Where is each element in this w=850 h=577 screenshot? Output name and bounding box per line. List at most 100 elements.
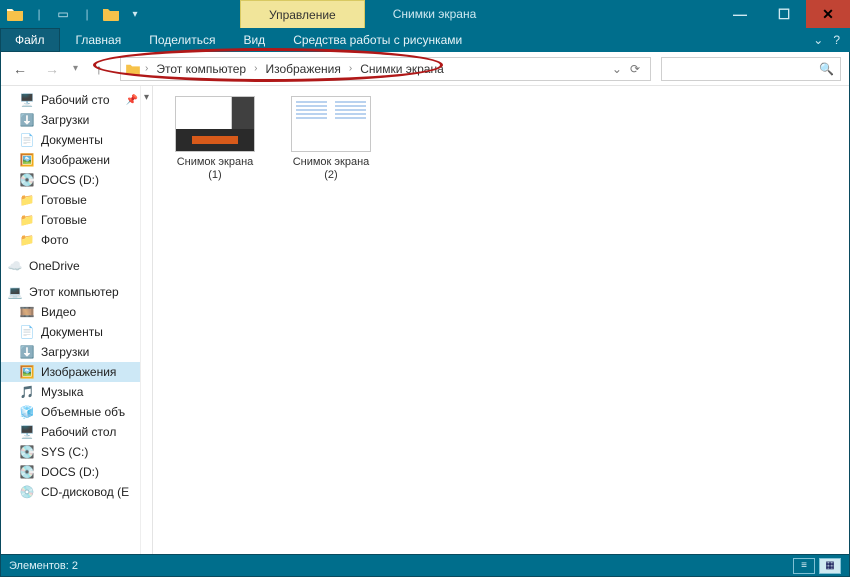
address-bar[interactable]: › Этот компьютер › Изображения › Снимки … <box>120 57 651 81</box>
this-pc-child[interactable]: 💽SYS (C:) <box>1 442 152 462</box>
status-bar: Элементов: 2 ≡ ▦ <box>1 554 849 576</box>
file-item[interactable]: Снимок экрана (1) <box>167 96 263 182</box>
sidebar-scroll[interactable]: ▾ <box>140 86 152 554</box>
quick-icon: 🖼️ <box>19 152 35 168</box>
tree-item-label: Объемные объ <box>41 405 125 419</box>
view-details-button[interactable]: ≡ <box>793 558 815 574</box>
window-title: Снимки экрана <box>365 0 505 28</box>
quick-icon: 📁 <box>19 212 35 228</box>
tree-item-label: Загрузки <box>41 345 89 359</box>
quick-access-item[interactable]: 📁 Готовые <box>1 210 152 230</box>
tree-item-label: Рабочий стол <box>41 425 116 439</box>
help-icon[interactable]: ? <box>833 33 840 47</box>
folder-icon: 🎵 <box>19 384 35 400</box>
onedrive-node[interactable]: ☁️ OneDrive <box>1 256 152 276</box>
this-pc-child[interactable]: 💿 CD-дисковод (E <box>1 482 152 502</box>
folder-icon: 🖼️ <box>19 364 35 380</box>
titlebar: | ▭ | ▾ Управление Снимки экрана — ☐ ✕ <box>0 0 850 28</box>
chevron-right-icon[interactable]: › <box>252 63 259 74</box>
pin-icon: 📌 <box>126 95 138 106</box>
qat-properties-icon[interactable]: ▭ <box>54 5 72 23</box>
file-item[interactable]: Снимок экрана (2) <box>283 96 379 182</box>
qat-caret-icon[interactable]: ▾ <box>126 5 144 23</box>
tree-item-label: Документы <box>41 133 103 147</box>
breadcrumb-seg-2[interactable]: Снимки экрана <box>356 62 448 76</box>
breadcrumb-seg-0[interactable]: Этот компьютер <box>152 62 250 76</box>
this-pc-node[interactable]: 💻Этот компьютер <box>1 282 152 302</box>
quick-access-item[interactable]: 📁 Фото <box>1 230 152 250</box>
this-pc-child[interactable]: 🎵 Музыка <box>1 382 152 402</box>
quick-access-item[interactable]: 📄 Документы <box>1 130 152 150</box>
thumbnail <box>175 96 255 152</box>
back-button[interactable]: ← <box>9 58 31 80</box>
tree-item-label: DOCS (D:) <box>41 465 99 479</box>
minimize-button[interactable]: — <box>718 0 762 28</box>
quick-access-item[interactable]: 🖼️ Изображени <box>1 150 152 170</box>
qat-newfolder-icon[interactable] <box>102 5 120 23</box>
chevron-right-icon[interactable]: › <box>143 63 150 74</box>
qat-divider: | <box>30 5 48 23</box>
status-text: Элементов: 2 <box>9 560 78 572</box>
file-name-suffix: (2) <box>293 169 370 182</box>
ribbon-expand-icon[interactable]: ⌄ <box>813 33 823 47</box>
tree-item-label: OneDrive <box>29 259 80 273</box>
folder-icon: 🖥️ <box>19 424 35 440</box>
close-button[interactable]: ✕ <box>806 0 850 28</box>
folder-icon: 💿 <box>19 484 35 500</box>
file-list[interactable]: Снимок экрана (1) Снимок экрана (2) <box>153 86 849 554</box>
tab-picture-tools[interactable]: Средства работы с рисунками <box>279 28 476 52</box>
tab-view[interactable]: Вид <box>229 28 279 52</box>
thumbnail <box>291 96 371 152</box>
tree-item-label: Музыка <box>41 385 83 399</box>
quick-icon: 📁 <box>19 232 35 248</box>
this-pc-child[interactable]: 💽DOCS (D:) <box>1 462 152 482</box>
quick-icon: 💽 <box>19 172 35 188</box>
this-pc-child[interactable]: 🖥️ Рабочий стол <box>1 422 152 442</box>
navigation-pane[interactable]: 🖥️Рабочий сто📌⬇️Загрузки📄Документы🖼️Изоб… <box>1 86 153 554</box>
this-pc-child[interactable]: 📄 Документы <box>1 322 152 342</box>
tree-item-label: Документы <box>41 325 103 339</box>
tree-item-label: Рабочий сто <box>41 93 110 107</box>
forward-button[interactable]: → <box>41 58 63 80</box>
quick-icon: 📁 <box>19 192 35 208</box>
tree-item-label: CD-дисковод (E <box>41 485 129 499</box>
quick-access-item[interactable]: ⬇️Загрузки <box>1 110 152 130</box>
up-button[interactable]: ↑ <box>88 58 110 80</box>
quick-access-item[interactable]: 📁 Готовые <box>1 190 152 210</box>
quick-access-item[interactable]: 🖥️ Рабочий сто 📌 <box>1 90 152 110</box>
this-pc-child[interactable]: 🎞️Видео <box>1 302 152 322</box>
breadcrumb-seg-1[interactable]: Изображения <box>261 62 344 76</box>
search-box[interactable]: 🔍 <box>661 57 841 81</box>
recent-locations-button[interactable]: ▾ <box>73 63 78 74</box>
cloud-icon: ☁️ <box>7 258 23 274</box>
navigation-bar: ← → ▾ ↑ › Этот компьютер › Изображения ›… <box>1 52 849 86</box>
this-pc-child[interactable]: 🧊Объемные объ <box>1 402 152 422</box>
file-name: Снимок экрана <box>293 156 370 169</box>
tree-item-label: DOCS (D:) <box>41 173 99 187</box>
tab-share[interactable]: Поделиться <box>135 28 229 52</box>
tab-home[interactable]: Главная <box>62 28 136 52</box>
quick-icon: 🖥️ <box>19 92 35 108</box>
chevron-right-icon[interactable]: › <box>347 63 354 74</box>
view-thumbnails-button[interactable]: ▦ <box>819 558 841 574</box>
this-pc-child[interactable]: 🖼️ Изображения <box>1 362 152 382</box>
contextual-tab[interactable]: Управление <box>240 0 365 28</box>
refresh-icon[interactable]: ⟳ <box>630 62 640 76</box>
tree-item-label: Изображения <box>41 365 116 379</box>
tree-item-label: Готовые <box>41 213 87 227</box>
file-name-suffix: (1) <box>177 169 254 182</box>
quick-access-item[interactable]: 💽 DOCS (D:) <box>1 170 152 190</box>
tree-item-label: Фото <box>41 233 69 247</box>
address-dropdown-icon[interactable]: ⌄ <box>612 62 622 76</box>
folder-icon: 📄 <box>19 324 35 340</box>
tab-file[interactable]: Файл <box>0 28 60 52</box>
maximize-button[interactable]: ☐ <box>762 0 806 28</box>
this-pc-child[interactable]: ⬇️Загрузки <box>1 342 152 362</box>
quick-icon: 📄 <box>19 132 35 148</box>
tree-item-label: Изображени <box>41 153 110 167</box>
folder-icon: 🎞️ <box>19 304 35 320</box>
quick-icon: ⬇️ <box>19 112 35 128</box>
tree-item-label: Готовые <box>41 193 87 207</box>
ribbon-tabs: Файл Главная Поделиться Вид Средства раб… <box>0 28 850 52</box>
tree-item-label: Этот компьютер <box>29 285 119 299</box>
